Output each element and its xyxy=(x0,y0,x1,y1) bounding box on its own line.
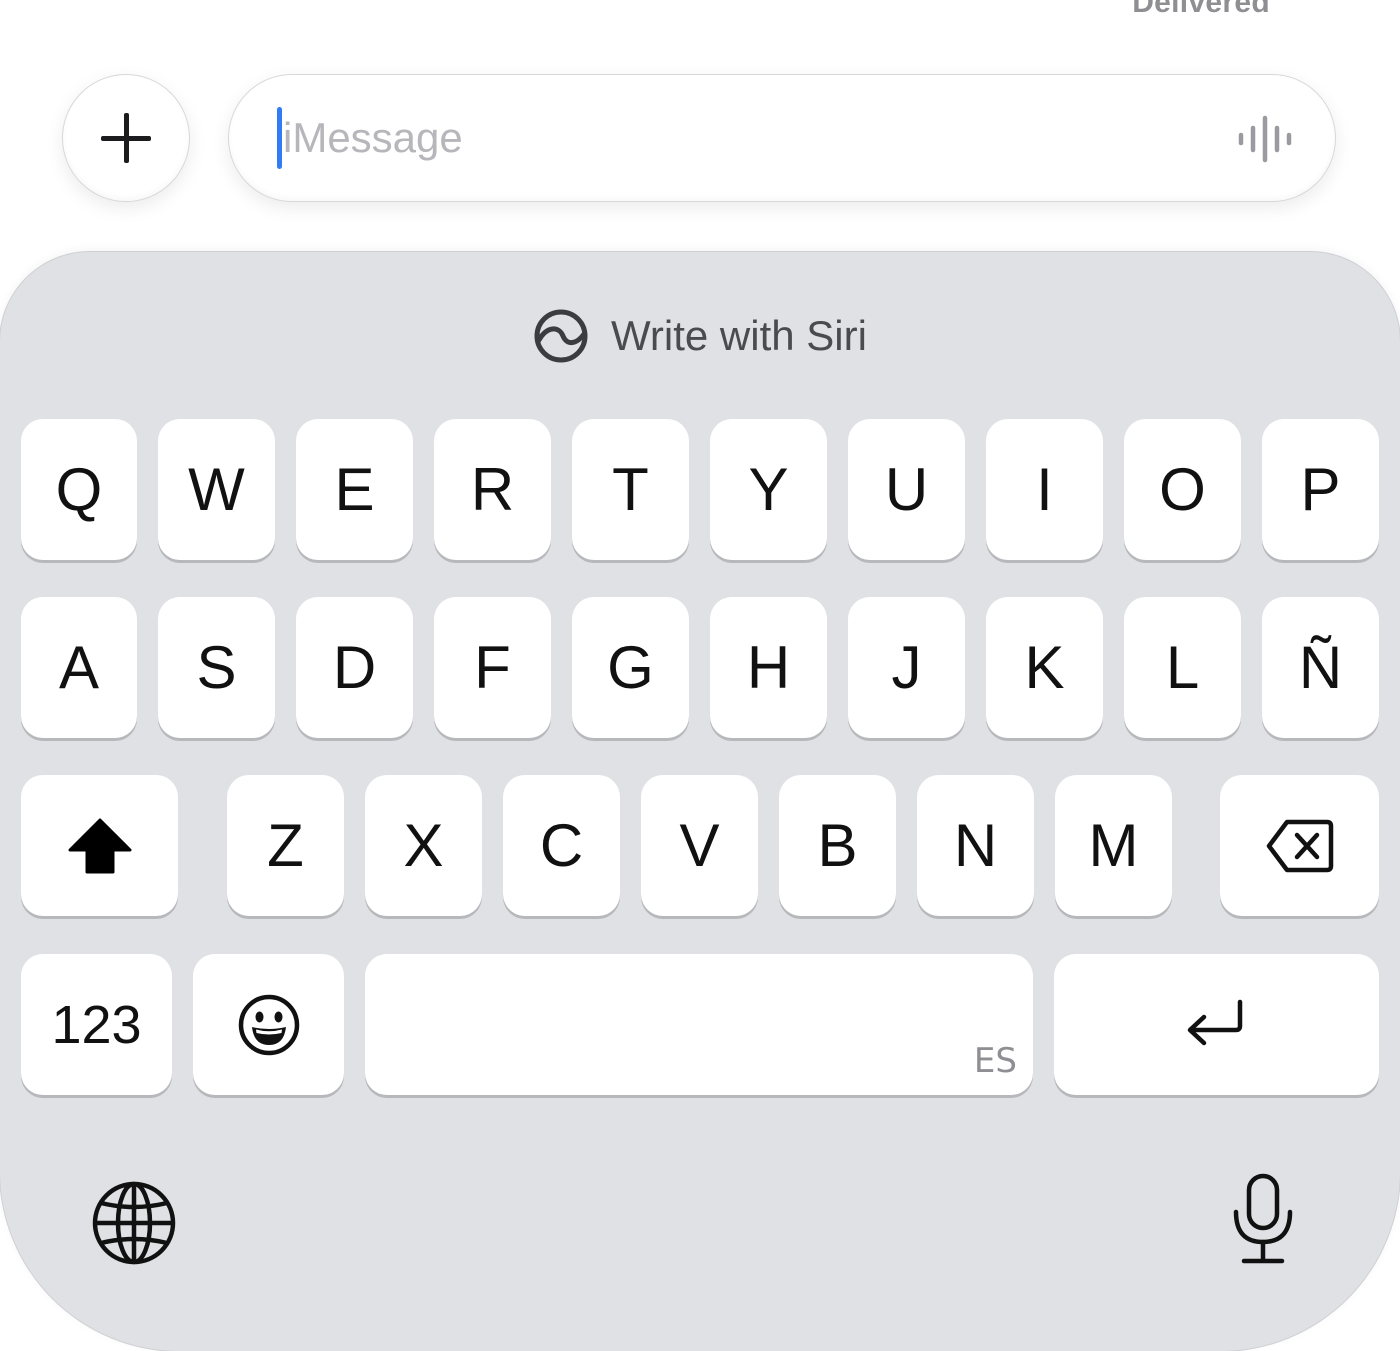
siri-label: Write with Siri xyxy=(611,312,867,359)
key-label: J xyxy=(891,633,922,701)
messages-screen: Delivered iMessage Write with Siri Q W E… xyxy=(0,0,1400,1351)
key-label: N xyxy=(953,811,998,879)
key-label: Q xyxy=(55,455,103,523)
key-label: H xyxy=(746,633,791,701)
key-w[interactable]: W xyxy=(158,419,275,560)
shift-icon xyxy=(68,818,131,873)
key-label: P xyxy=(1300,455,1341,523)
key-i[interactable]: I xyxy=(986,419,1103,560)
return-key[interactable] xyxy=(1054,954,1379,1095)
key-z[interactable]: Z xyxy=(227,775,344,916)
key-s[interactable]: S xyxy=(158,597,275,738)
key-label: I xyxy=(1036,455,1053,523)
key-label: S xyxy=(196,633,237,701)
space-language-label: ES xyxy=(973,1041,1017,1081)
key-h[interactable]: H xyxy=(710,597,827,738)
key-g[interactable]: G xyxy=(572,597,689,738)
key-label: U xyxy=(884,455,929,523)
key-o[interactable]: O xyxy=(1124,419,1241,560)
shift-key[interactable] xyxy=(21,775,178,916)
key-label: Ñ xyxy=(1298,633,1343,701)
key-a[interactable]: A xyxy=(21,597,137,738)
key-x[interactable]: X xyxy=(365,775,482,916)
key-label: W xyxy=(188,455,245,523)
key-p[interactable]: P xyxy=(1262,419,1379,560)
key-label: T xyxy=(612,455,649,523)
numbers-key[interactable]: 123 xyxy=(21,954,172,1095)
key-t[interactable]: T xyxy=(572,419,689,560)
key-label: O xyxy=(1159,455,1206,523)
delivered-status: Delivered xyxy=(1132,0,1270,19)
key-label: R xyxy=(470,455,515,523)
delete-icon xyxy=(1266,819,1333,872)
key-k[interactable]: K xyxy=(986,597,1103,738)
key-e[interactable]: E xyxy=(296,419,413,560)
waveform-icon[interactable] xyxy=(1235,115,1299,163)
key-q[interactable]: Q xyxy=(21,419,137,560)
key-label: G xyxy=(607,633,654,701)
key-r[interactable]: R xyxy=(434,419,551,560)
key-c[interactable]: C xyxy=(503,775,620,916)
key-label: D xyxy=(332,633,377,701)
key-j[interactable]: J xyxy=(848,597,965,738)
key-label: A xyxy=(58,633,100,701)
key-n[interactable]: N xyxy=(917,775,1034,916)
key-label: E xyxy=(334,455,375,523)
key-b[interactable]: B xyxy=(779,775,896,916)
globe-icon[interactable] xyxy=(91,1180,177,1266)
key-label: F xyxy=(474,633,511,701)
return-icon xyxy=(1187,999,1242,1045)
key-label: M xyxy=(1088,811,1139,879)
delete-key[interactable] xyxy=(1220,775,1379,916)
key-m[interactable]: M xyxy=(1055,775,1172,916)
microphone-icon[interactable] xyxy=(1230,1172,1296,1266)
key-label: X xyxy=(403,811,444,879)
plus-icon-vertical xyxy=(124,113,129,163)
key-l[interactable]: L xyxy=(1124,597,1241,738)
add-attachment-button[interactable] xyxy=(62,74,190,202)
write-with-siri-button[interactable]: Write with Siri xyxy=(0,304,1400,368)
key-y[interactable]: Y xyxy=(710,419,827,560)
numbers-key-label: 123 xyxy=(51,994,142,1055)
emoji-icon xyxy=(238,994,299,1055)
emoji-key[interactable] xyxy=(193,954,344,1095)
text-caret xyxy=(277,107,282,169)
message-input[interactable]: iMessage xyxy=(228,74,1336,202)
key-label: K xyxy=(1024,633,1065,701)
siri-icon xyxy=(534,309,588,363)
keyboard: Write with Siri Q W E R T Y U I O P A S … xyxy=(0,252,1400,1351)
key-u[interactable]: U xyxy=(848,419,965,560)
key-label: V xyxy=(679,811,720,879)
key-label: L xyxy=(1165,633,1200,701)
key-n-tilde[interactable]: Ñ xyxy=(1262,597,1379,738)
key-label: Z xyxy=(267,811,304,879)
key-label: C xyxy=(539,811,584,879)
space-bar[interactable]: ES xyxy=(365,954,1033,1095)
key-f[interactable]: F xyxy=(434,597,551,738)
message-placeholder: iMessage xyxy=(283,114,463,161)
key-label: Y xyxy=(748,455,789,523)
key-v[interactable]: V xyxy=(641,775,758,916)
key-d[interactable]: D xyxy=(296,597,413,738)
key-label: B xyxy=(817,811,858,879)
